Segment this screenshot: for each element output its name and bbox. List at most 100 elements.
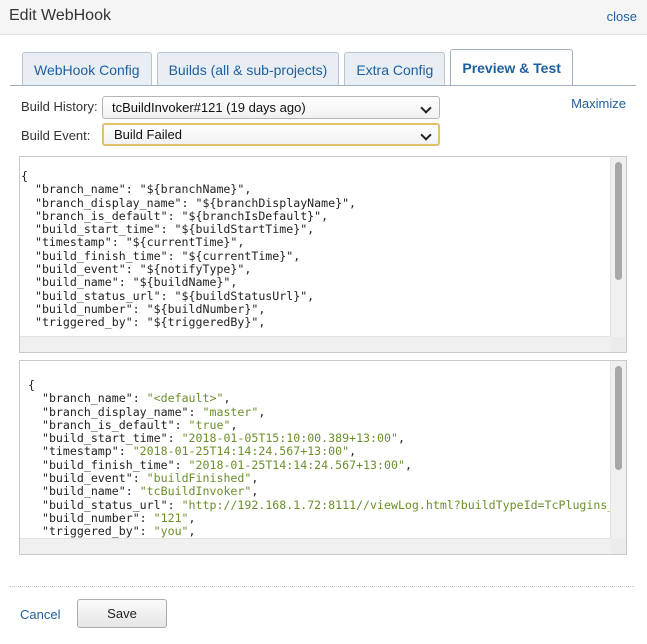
save-button[interactable]: Save: [77, 599, 167, 628]
footer-divider: [9, 586, 635, 587]
tab-preview-test[interactable]: Preview & Test: [450, 49, 573, 86]
code-string-value: "you": [153, 524, 189, 539]
code-token: "timestamp": "${currentTime}",: [21, 235, 245, 250]
dialog-title: Edit WebHook: [9, 7, 111, 24]
template-code-line: "branch_is_default": "${branchIsDefault}…: [21, 208, 611, 223]
code-token: "branch_is_default":: [28, 417, 189, 432]
preview-code-line: "build_name": "tcBuildInvoker",: [28, 485, 611, 498]
build-history-value: tcBuildInvoker#121 (19 days ago): [112, 100, 306, 115]
code-token: ,: [251, 484, 259, 499]
template-vertical-scrollbar[interactable]: [610, 157, 626, 337]
preview-code-line: "build_status_url": "http://192.168.1.72…: [28, 497, 611, 512]
preview-code-line: "build_finish_time": "2018-01-25T14:14:2…: [28, 457, 611, 472]
preview-code-line: "build_start_time": "2018-01-05T15:10:00…: [28, 432, 611, 445]
code-token: "branch_display_name":: [28, 404, 203, 419]
preview-horizontal-scrollbar[interactable]: [20, 538, 611, 554]
cancel-link[interactable]: Cancel: [20, 607, 60, 622]
maximize-link[interactable]: Maximize: [571, 96, 626, 111]
template-code-line: "build_status_url": "${buildStatusUrl}",: [21, 288, 611, 303]
code-string-value: "http://192.168.1.72:8111//viewLog.html?…: [181, 497, 611, 512]
template-code-line: "build_number": "${buildNumber}",: [21, 301, 611, 316]
code-token: "build_status_url":: [28, 497, 182, 512]
code-token: "build_name": "${buildName}",: [21, 275, 238, 290]
preview-code-line: "timestamp": "2018-01-25T14:14:24.567+13…: [28, 445, 611, 458]
code-token: "build_finish_time":: [28, 457, 189, 472]
code-token: "build_event":: [28, 471, 147, 486]
template-code-line: "build_event": "${notifyType}",: [21, 262, 611, 277]
code-token: "triggered_by": "${triggeredBy}",: [21, 315, 266, 330]
code-token: ,: [349, 444, 357, 459]
code-token: "build_number":: [28, 510, 154, 525]
code-string-value: "master": [202, 404, 259, 419]
preview-code[interactable]: { "branch_name": "<default>", "branch_di…: [20, 361, 611, 539]
code-token: ,: [404, 457, 412, 472]
code-token: "triggered_by":: [28, 524, 154, 539]
template-code-line: "branch_display_name": "${branchDisplayN…: [21, 195, 611, 210]
template-horizontal-scrollbar[interactable]: [20, 336, 611, 352]
build-event-select[interactable]: Build Failed: [102, 123, 440, 146]
build-history-select[interactable]: tcBuildInvoker#121 (19 days ago): [102, 96, 440, 119]
code-string-value: "true": [188, 417, 231, 432]
code-token: {: [28, 378, 35, 392]
preview-vertical-scrollbar[interactable]: [610, 361, 626, 539]
code-token: "build_number": "${buildNumber}",: [21, 301, 266, 316]
code-string-value: "buildFinished": [146, 471, 252, 486]
code-token: ,: [251, 471, 259, 486]
code-token: ,: [188, 524, 196, 539]
template-code-line: {: [21, 169, 611, 183]
template-scroll-thumb[interactable]: [615, 162, 622, 280]
code-token: "build_status_url": "${buildStatusUrl}",: [21, 288, 315, 303]
build-event-value: Build Failed: [114, 127, 182, 142]
code-token: "build_event": "${notifyType}",: [21, 262, 252, 277]
code-string-value: "2018-01-25T14:14:24.567+13:00": [132, 444, 350, 459]
code-token: "timestamp":: [28, 444, 133, 459]
dialog-header: Edit WebHook close: [0, 0, 647, 35]
chevron-down-icon: [420, 102, 432, 114]
template-code[interactable]: { "branch_name": "${branchName}", "branc…: [20, 157, 611, 337]
preview-code-line: "build_number": "121",: [28, 510, 611, 525]
code-token: "build_finish_time": "${currentTime}",: [21, 248, 301, 263]
chevron-down-icon: [420, 129, 432, 141]
code-string-value: "tcBuildInvoker": [139, 484, 252, 499]
code-token: "branch_name": "${branchName}",: [21, 182, 252, 197]
preview-scroll-thumb[interactable]: [615, 366, 622, 470]
template-scroll-corner: [611, 337, 626, 352]
code-token: "branch_name":: [28, 391, 147, 406]
tab-builds[interactable]: Builds (all & sub-projects): [156, 52, 340, 86]
code-token: "branch_display_name": "${branchDisplayN…: [21, 195, 357, 210]
template-code-line: "branch_name": "${branchName}",: [21, 183, 611, 196]
code-token: "build_name":: [28, 484, 140, 499]
code-string-value: "2018-01-25T14:14:24.567+13:00": [188, 457, 405, 472]
code-token: "build_start_time": "${buildStartTime}",: [21, 222, 315, 237]
tab-bar: WebHook Config Builds (all & sub-project…: [22, 49, 578, 86]
code-token: "build_start_time":: [28, 431, 182, 446]
tab-extra-config[interactable]: Extra Config: [344, 52, 446, 86]
template-code-line: "timestamp": "${currentTime}",: [21, 236, 611, 249]
build-event-label: Build Event:: [21, 128, 91, 143]
code-token: ,: [230, 417, 238, 432]
preview-code-line: {: [28, 378, 611, 392]
tab-divider: [10, 85, 636, 86]
code-token: ,: [397, 431, 405, 446]
template-code-line: "build_name": "${buildName}",: [21, 276, 611, 289]
code-string-value: "121": [153, 510, 189, 525]
template-code-line: "build_finish_time": "${currentTime}",: [21, 248, 611, 263]
code-token: ,: [188, 510, 196, 525]
build-history-label: Build History:: [21, 99, 98, 114]
preview-code-line: "branch_name": "<default>",: [28, 392, 611, 405]
preview-editor[interactable]: { "branch_name": "<default>", "branch_di…: [19, 360, 627, 555]
template-editor[interactable]: { "branch_name": "${branchName}", "branc…: [19, 156, 627, 353]
code-token: "branch_is_default": "${branchIsDefault}…: [21, 208, 329, 223]
preview-code-line: "triggered_by": "you",: [28, 525, 611, 538]
tab-webhook-config[interactable]: WebHook Config: [22, 52, 152, 86]
template-code-line: "build_start_time": "${buildStartTime}",: [21, 223, 611, 236]
preview-code-line: "build_event": "buildFinished",: [28, 471, 611, 486]
code-token: ,: [258, 404, 266, 419]
close-link[interactable]: close: [607, 9, 637, 24]
code-string-value: "<default>": [146, 391, 224, 406]
preview-scroll-corner: [611, 539, 626, 554]
code-string-value: "2018-01-05T15:10:00.389+13:00": [181, 431, 398, 446]
code-token: ,: [223, 391, 231, 406]
code-token: {: [21, 169, 28, 183]
preview-code-line: "branch_is_default": "true",: [28, 417, 611, 432]
